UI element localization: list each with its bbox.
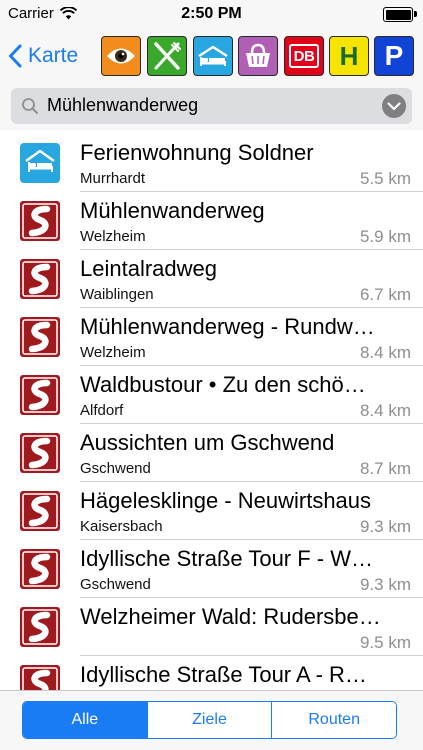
- list-item-place: Murrhardt: [80, 170, 146, 187]
- list-item-title: Mühlenwanderweg: [80, 198, 265, 223]
- list-item-place: Welzheim: [80, 344, 146, 361]
- list-item[interactable]: Welzheimer Wald: Rudersbe… 9.5 km: [0, 598, 423, 656]
- chevron-left-icon: [9, 44, 22, 68]
- list-item-place: Alfdorf: [80, 402, 124, 419]
- status-time: 2:50 PM: [181, 5, 242, 22]
- segment-routes[interactable]: Routen: [271, 702, 396, 738]
- category-shopping-button[interactable]: [238, 36, 278, 76]
- list-item-distance: 5.5 km: [359, 169, 411, 188]
- category-train-button[interactable]: DB: [284, 36, 324, 76]
- list-item-distance: 9.3 km: [359, 517, 411, 536]
- list-item[interactable]: Waldbustour • Zu den schö… Alfdorf 8.4 km: [0, 366, 423, 424]
- list-item-place: Gschwend: [80, 576, 151, 593]
- list-item-title: Welzheimer Wald: Rudersbe…: [80, 604, 381, 629]
- list-item-title: Waldbustour • Zu den schö…: [80, 372, 366, 397]
- db-logo: DB: [289, 44, 319, 68]
- list-item-distance: 8.4 km: [359, 343, 411, 362]
- chevron-down-icon: [387, 101, 401, 110]
- search-dropdown-button[interactable]: [382, 94, 406, 118]
- search-input-value: Mühlenwanderweg: [47, 95, 199, 115]
- list-item-place: Waiblingen: [80, 286, 154, 303]
- category-bus-stop-button[interactable]: H: [329, 36, 369, 76]
- list-item-distance: 8.4 km: [359, 401, 411, 420]
- navigation-bar: Karte DB H P: [0, 28, 423, 84]
- segment-destinations[interactable]: Ziele: [146, 702, 272, 738]
- filter-bar: Alle Ziele Routen: [0, 690, 423, 750]
- list-item-title: Mühlenwanderweg - Rundw…: [80, 314, 375, 339]
- back-button[interactable]: Karte: [8, 38, 78, 74]
- list-item-distance: 8.7 km: [359, 459, 411, 478]
- route-icon: [20, 317, 60, 357]
- list-item-place: Gschwend: [80, 460, 151, 477]
- route-icon: [20, 259, 60, 299]
- h-stop-icon: H: [333, 40, 365, 72]
- category-parking-button[interactable]: P: [374, 36, 414, 76]
- status-bar: Carrier 2:50 PM: [0, 0, 423, 28]
- db-logo-text: DB: [293, 47, 315, 65]
- segment-all[interactable]: Alle: [23, 702, 147, 738]
- route-icon: [20, 665, 60, 690]
- list-item-distance: 6.7 km: [359, 285, 411, 304]
- list-item[interactable]: Mühlenwanderweg - Rundw… Welzheim 8.4 km: [0, 308, 423, 366]
- h-stop-text: H: [339, 40, 359, 71]
- list-item-distance: 5.9 km: [359, 227, 411, 246]
- route-icon: [20, 549, 60, 589]
- battery-level: [385, 9, 411, 20]
- route-icon: [20, 433, 60, 473]
- fork-knife-icon: [154, 42, 181, 70]
- search-input[interactable]: Mühlenwanderweg: [11, 88, 412, 124]
- eye-icon: [107, 48, 135, 64]
- list-item[interactable]: Mühlenwanderweg Welzheim 5.9 km: [0, 192, 423, 250]
- results-list[interactable]: Ferienwohnung Soldner Murrhardt 5.5 km Mühl…: [0, 134, 423, 690]
- list-item-title: Aussichten um Gschwend: [80, 430, 335, 455]
- battery-icon: [383, 7, 417, 22]
- category-lodging-button[interactable]: [193, 36, 233, 76]
- route-icon: [20, 607, 60, 647]
- list-item[interactable]: Aussichten um Gschwend Gschwend 8.7 km: [0, 424, 423, 482]
- list-item-distance: 9.5 km: [359, 633, 411, 652]
- route-icon: [20, 375, 60, 415]
- list-item[interactable]: Idyllische Straße Tour A - R…: [0, 656, 423, 690]
- back-button-label: Karte: [28, 44, 79, 67]
- search-bar: Mühlenwanderweg: [0, 84, 423, 130]
- category-food-button[interactable]: [147, 36, 187, 76]
- list-item-title: Idyllische Straße Tour A - R…: [80, 662, 367, 687]
- bed-icon: [20, 143, 60, 183]
- list-item-title: Ferienwohnung Soldner: [80, 140, 314, 165]
- filter-segmented-control: Alle Ziele Routen: [22, 701, 397, 739]
- list-item-distance: 9.3 km: [359, 575, 411, 594]
- route-icon: [20, 491, 60, 531]
- list-item-title: Idyllische Straße Tour F - W…: [80, 546, 373, 571]
- bed-icon: [198, 45, 228, 66]
- category-sights-button[interactable]: [101, 36, 141, 76]
- list-item[interactable]: Hägelesklinge - Neuwirtshaus Kaisersbach 9…: [0, 482, 423, 540]
- list-item[interactable]: Ferienwohnung Soldner Murrhardt 5.5 km: [0, 134, 423, 192]
- list-item[interactable]: Idyllische Straße Tour F - W… Gschwend 9.3…: [0, 540, 423, 598]
- list-item[interactable]: Leintalradweg Waiblingen 6.7 km: [0, 250, 423, 308]
- route-icon: [20, 201, 60, 241]
- shopping-basket-icon: [246, 43, 270, 67]
- list-item-title: Hägelesklinge - Neuwirtshaus: [80, 488, 372, 513]
- list-item-place: Welzheim: [80, 228, 146, 245]
- parking-icon: P: [384, 40, 404, 71]
- list-item-place: Kaisersbach: [80, 518, 163, 535]
- list-item-title: Leintalradweg: [80, 256, 217, 281]
- search-icon: [22, 98, 38, 114]
- battery-tip: [414, 11, 417, 17]
